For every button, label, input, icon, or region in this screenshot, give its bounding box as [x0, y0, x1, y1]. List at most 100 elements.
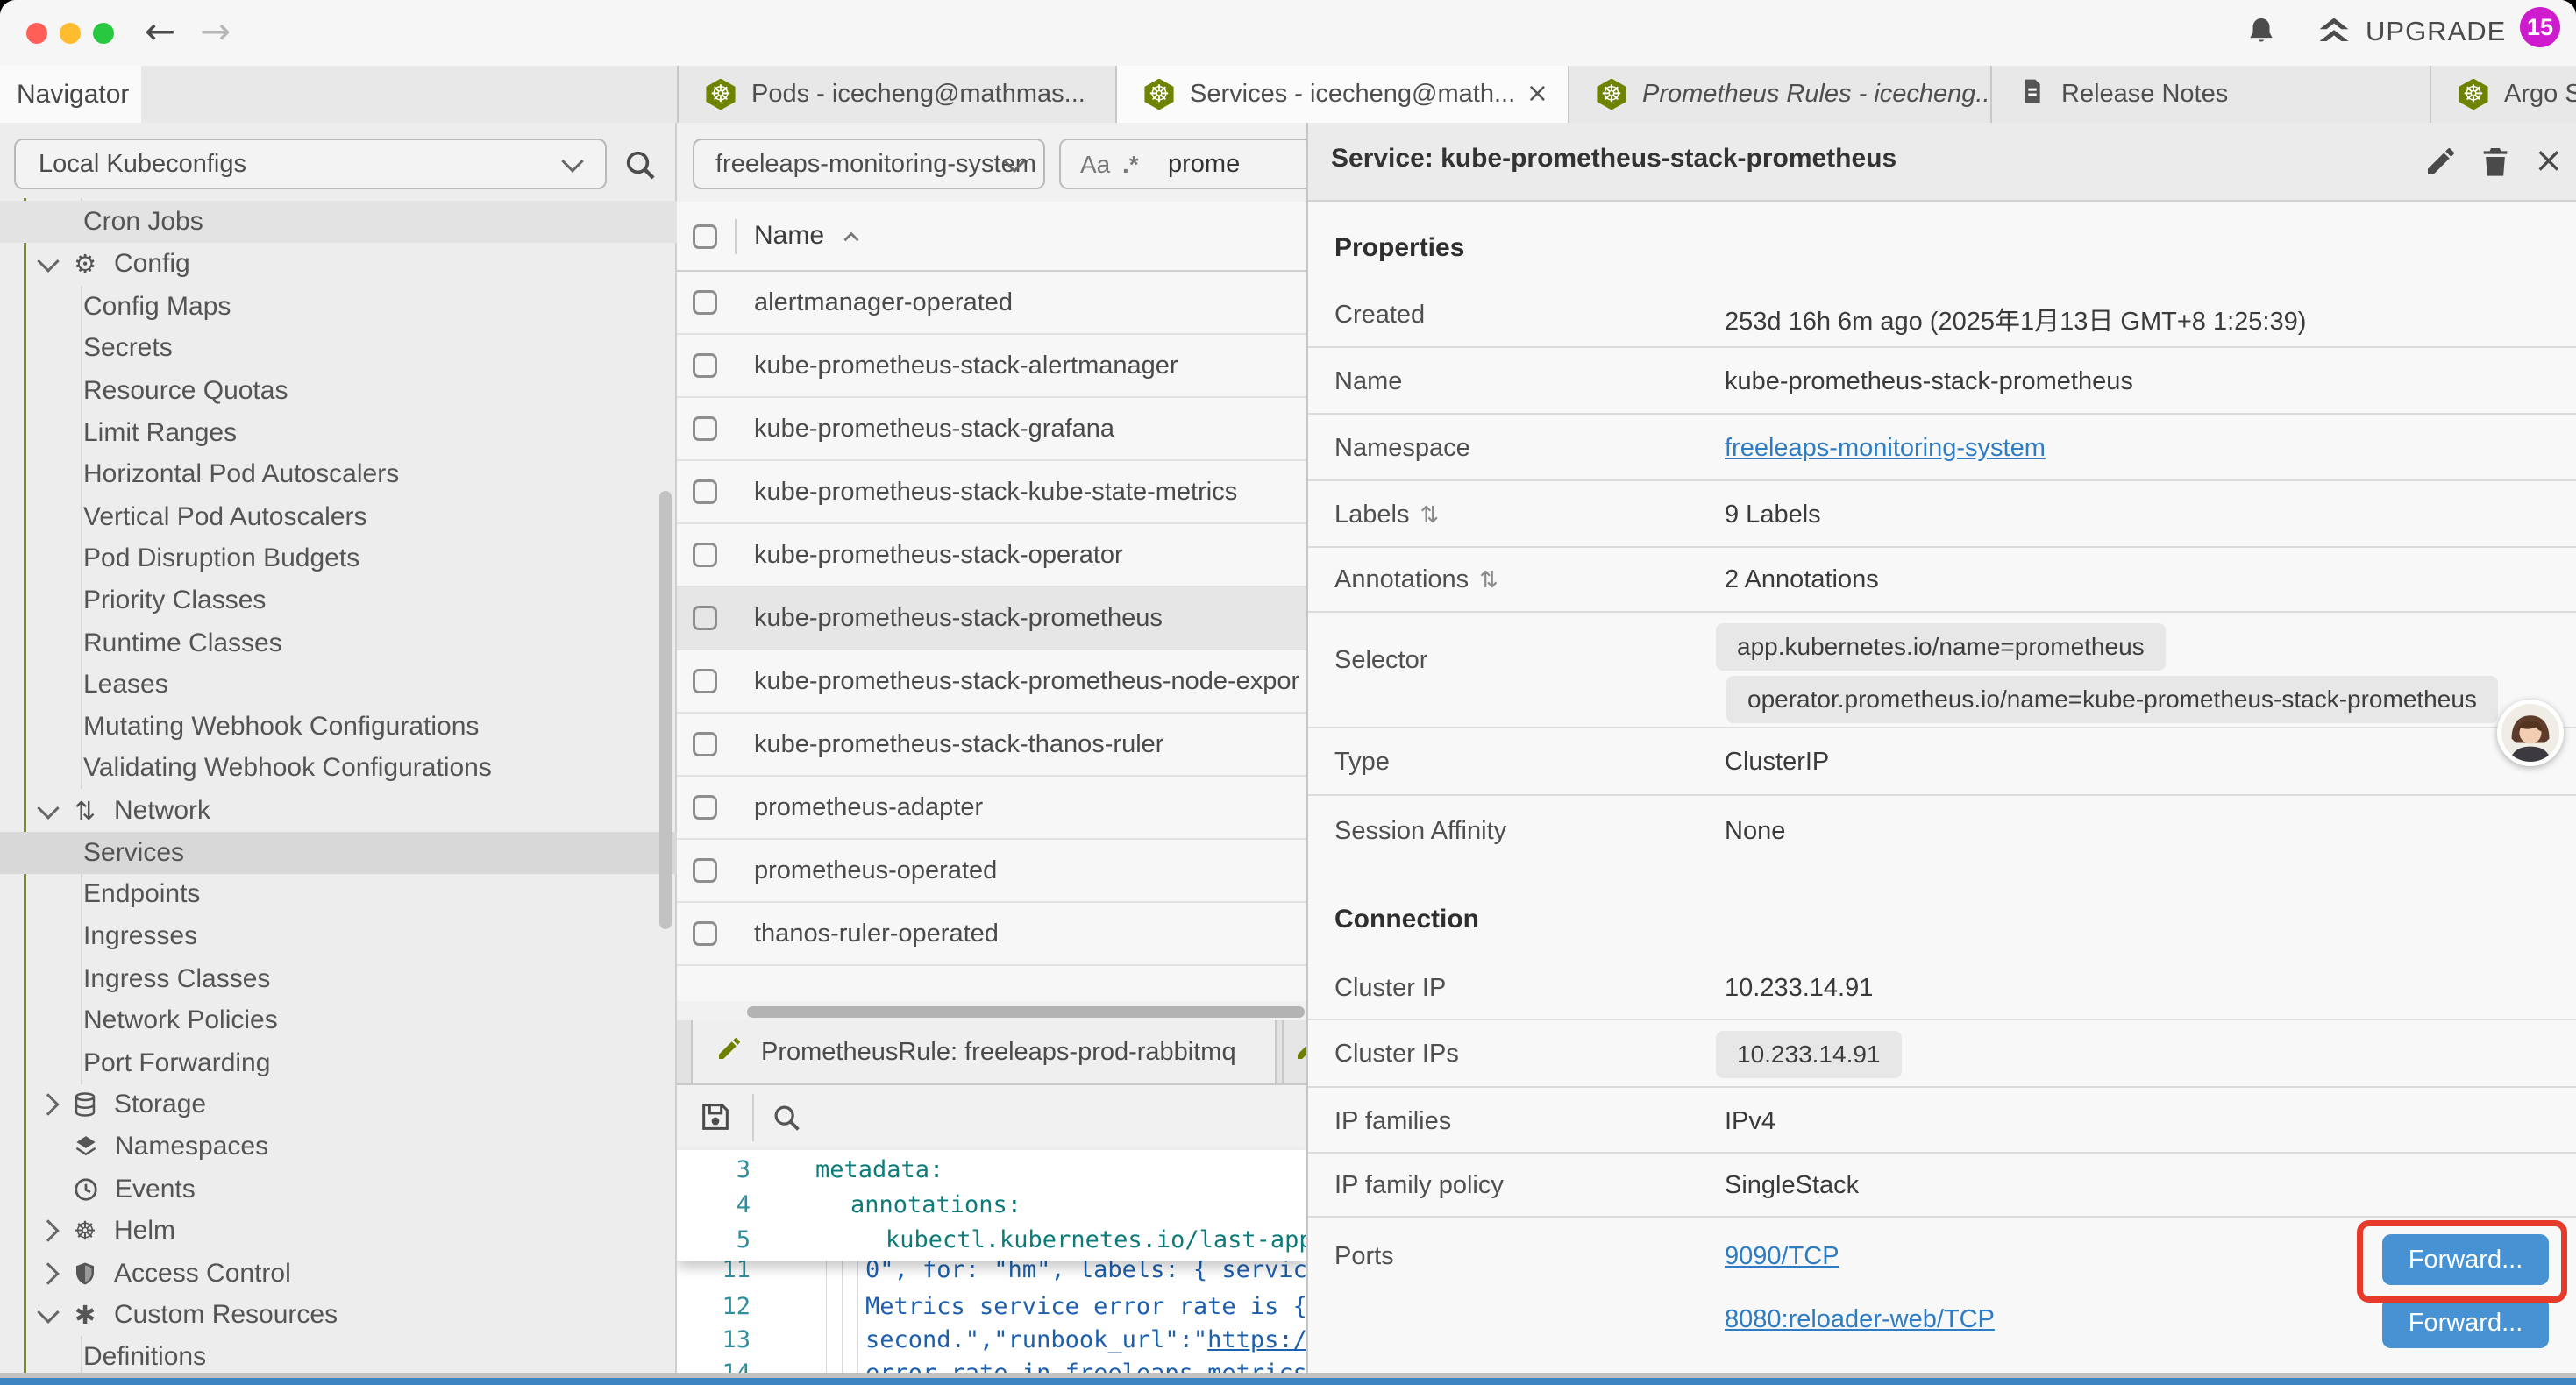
table-row[interactable]: kube-prometheus-stack-thanos-ruler [677, 714, 1306, 777]
table-row[interactable]: kube-prometheus-stack-grafana [677, 398, 1306, 461]
sort-ascending-icon[interactable] [840, 226, 863, 253]
tab-pods[interactable]: ☸ Pods - icecheng@mathmas... [677, 66, 1115, 123]
port-link[interactable]: 8080:reloader-web/TCP [1725, 1305, 1995, 1334]
tab-services[interactable]: ☸ Services - icecheng@math... × [1115, 66, 1568, 123]
navigator-panel-tab[interactable]: Navigator [0, 66, 141, 123]
table-row[interactable]: kube-prometheus-stack-alertmanager [677, 335, 1306, 398]
sidebar-item-secrets[interactable]: Secrets [0, 327, 677, 369]
sidebar-item-resource-quotas[interactable]: Resource Quotas [0, 370, 677, 412]
minimize-window-button[interactable] [60, 23, 81, 44]
sidebar-item-runtime-classes[interactable]: Runtime Classes [0, 622, 677, 664]
sidebar-item-pod-disruption-budgets[interactable]: Pod Disruption Budgets [0, 537, 677, 579]
row-checkbox[interactable] [693, 606, 717, 630]
row-checkbox[interactable] [693, 732, 717, 756]
property-label[interactable]: Labels⇅ [1334, 501, 1439, 529]
row-checkbox[interactable] [693, 669, 717, 693]
table-row[interactable]: prometheus-adapter [677, 777, 1306, 840]
sidebar-group-helm[interactable]: ☸Helm [0, 1210, 677, 1252]
sidebar-group-config[interactable]: ⚙Config [0, 243, 677, 285]
row-checkbox[interactable] [693, 290, 717, 315]
avatar[interactable] [2497, 700, 2564, 766]
namespace-select[interactable]: freeleaps-monitoring-system [693, 138, 1045, 189]
sidebar-item-mutating-webhook-configurations[interactable]: Mutating Webhook Configurations [0, 706, 677, 748]
selector-chip[interactable]: operator.prometheus.io/name=kube-prometh… [1726, 676, 2498, 723]
sidebar-item-network-policies[interactable]: Network Policies [0, 999, 677, 1041]
sidebar-item-leases[interactable]: Leases [0, 664, 677, 706]
yaml-editor[interactable]: 110", for: "hm", labels: { service: " 12… [677, 1150, 1306, 1380]
tab-strip: Navigator ☸ Pods - icecheng@mathmas... ☸… [0, 66, 2576, 124]
back-icon[interactable]: ← [145, 11, 175, 53]
row-checkbox[interactable] [693, 795, 717, 820]
table-row[interactable]: alertmanager-operated [677, 272, 1306, 335]
sidebar-group-network[interactable]: ⇅Network [0, 790, 677, 832]
sidebar-item-services[interactable]: Services [0, 832, 677, 874]
regex-toggle[interactable]: .* [1122, 151, 1139, 179]
editor-tab-prometheusrule[interactable]: PrometheusRule: freeleaps-prod-rabbitmq [691, 1020, 1277, 1083]
sidebar-item-horizontal-pod-autoscalers[interactable]: Horizontal Pod Autoscalers [0, 453, 677, 495]
table-row[interactable]: kube-prometheus-stack-operator [677, 524, 1306, 587]
property-label[interactable]: Annotations⇅ [1334, 565, 1498, 594]
sidebar-group-storage[interactable]: Storage [0, 1083, 677, 1126]
notification-count-badge[interactable]: 15 [2520, 7, 2560, 47]
sidebar-item-cron-jobs[interactable]: Cron Jobs [0, 201, 677, 243]
sidebar-item-validating-webhook-configurations[interactable]: Validating Webhook Configurations [0, 747, 677, 789]
forward-icon[interactable]: → [200, 11, 231, 53]
sidebar-group-custom-resources[interactable]: ✱Custom Resources [0, 1294, 677, 1336]
tab-prometheus-rules[interactable]: ☸ Prometheus Rules - icecheng... [1568, 66, 1990, 123]
port-link[interactable]: 9090/TCP [1725, 1242, 1839, 1271]
filter-input[interactable]: Aa .* prome [1059, 138, 1306, 189]
forward-port-button[interactable]: Forward... [2382, 1297, 2549, 1348]
table-row[interactable]: thanos-ruler-operated [677, 903, 1306, 966]
sidebar-item-definitions[interactable]: Definitions [0, 1336, 677, 1378]
row-checkbox[interactable] [693, 353, 717, 378]
notifications-bell-icon[interactable] [2245, 12, 2278, 51]
edit-pencil-icon[interactable] [2423, 144, 2459, 183]
sidebar-item-limit-ranges[interactable]: Limit Ranges [0, 412, 677, 454]
kubeconfig-select[interactable]: Local Kubeconfigs [14, 138, 607, 189]
delete-trash-icon[interactable] [2478, 144, 2513, 183]
tab-release-notes[interactable]: Release Notes [1990, 66, 2430, 123]
table-row-selected[interactable]: kube-prometheus-stack-prometheus [677, 587, 1306, 650]
table-row[interactable]: kube-prometheus-stack-kube-state-metrics [677, 461, 1306, 524]
sidebar-item-endpoints[interactable]: Endpoints [0, 873, 677, 915]
save-icon[interactable] [698, 1099, 733, 1139]
code-link[interactable]: https://net [1207, 1326, 1306, 1353]
table-row[interactable]: prometheus-operated [677, 840, 1306, 903]
sidebar-item-vertical-pod-autoscalers[interactable]: Vertical Pod Autoscalers [0, 496, 677, 538]
horizontal-scrollbar[interactable] [747, 1006, 1305, 1018]
sidebar-group-access-control[interactable]: Access Control [0, 1253, 677, 1295]
select-all-checkbox[interactable] [693, 224, 717, 249]
editor-tab-next-partial[interactable] [1282, 1020, 1306, 1083]
close-tab-icon[interactable]: × [1526, 78, 1548, 109]
selector-chip[interactable]: app.kubernetes.io/name=prometheus [1716, 623, 2166, 671]
match-case-toggle[interactable]: Aa [1080, 151, 1110, 179]
sidebar-item-ingresses[interactable]: Ingresses [0, 915, 677, 957]
name-column-header[interactable]: Name [754, 221, 824, 251]
sidebar-item-events[interactable]: Events [0, 1168, 677, 1211]
table-row[interactable]: kube-prometheus-stack-prometheus-node-ex… [677, 650, 1306, 714]
tab-argo[interactable]: ☸ Argo Se [2430, 66, 2576, 123]
expand-updown-icon[interactable]: ⇅ [1420, 502, 1439, 529]
editor-search-icon[interactable] [770, 1101, 803, 1139]
namespace-link[interactable]: freeleaps-monitoring-system [1725, 434, 2046, 463]
row-checkbox[interactable] [693, 921, 717, 946]
row-checkbox[interactable] [693, 479, 717, 504]
sidebar-item-ingress-classes[interactable]: Ingress Classes [0, 958, 677, 1000]
expand-updown-icon[interactable]: ⇅ [1479, 567, 1498, 593]
upgrade-button[interactable]: UPGRADE [2366, 16, 2506, 47]
sidebar-item-priority-classes[interactable]: Priority Classes [0, 579, 677, 621]
close-icon[interactable]: × [2534, 140, 2564, 181]
sidebar-search-icon[interactable] [623, 147, 658, 187]
service-detail-panel: Service: kube-prometheus-stack-prometheu… [1306, 123, 2576, 1380]
cluster-ip-chip[interactable]: 10.233.14.91 [1716, 1031, 1902, 1078]
row-checkbox[interactable] [693, 858, 717, 883]
row-checkbox[interactable] [693, 416, 717, 441]
close-window-button[interactable] [26, 23, 47, 44]
sidebar-item-port-forwarding[interactable]: Port Forwarding [0, 1042, 677, 1084]
zoom-window-button[interactable] [93, 23, 114, 44]
sidebar-scrollbar[interactable] [659, 491, 672, 929]
row-checkbox[interactable] [693, 543, 717, 567]
upgrade-icon[interactable] [2315, 12, 2353, 51]
sidebar-item-config-maps[interactable]: Config Maps [0, 286, 677, 328]
sidebar-item-namespaces[interactable]: Namespaces [0, 1126, 677, 1168]
